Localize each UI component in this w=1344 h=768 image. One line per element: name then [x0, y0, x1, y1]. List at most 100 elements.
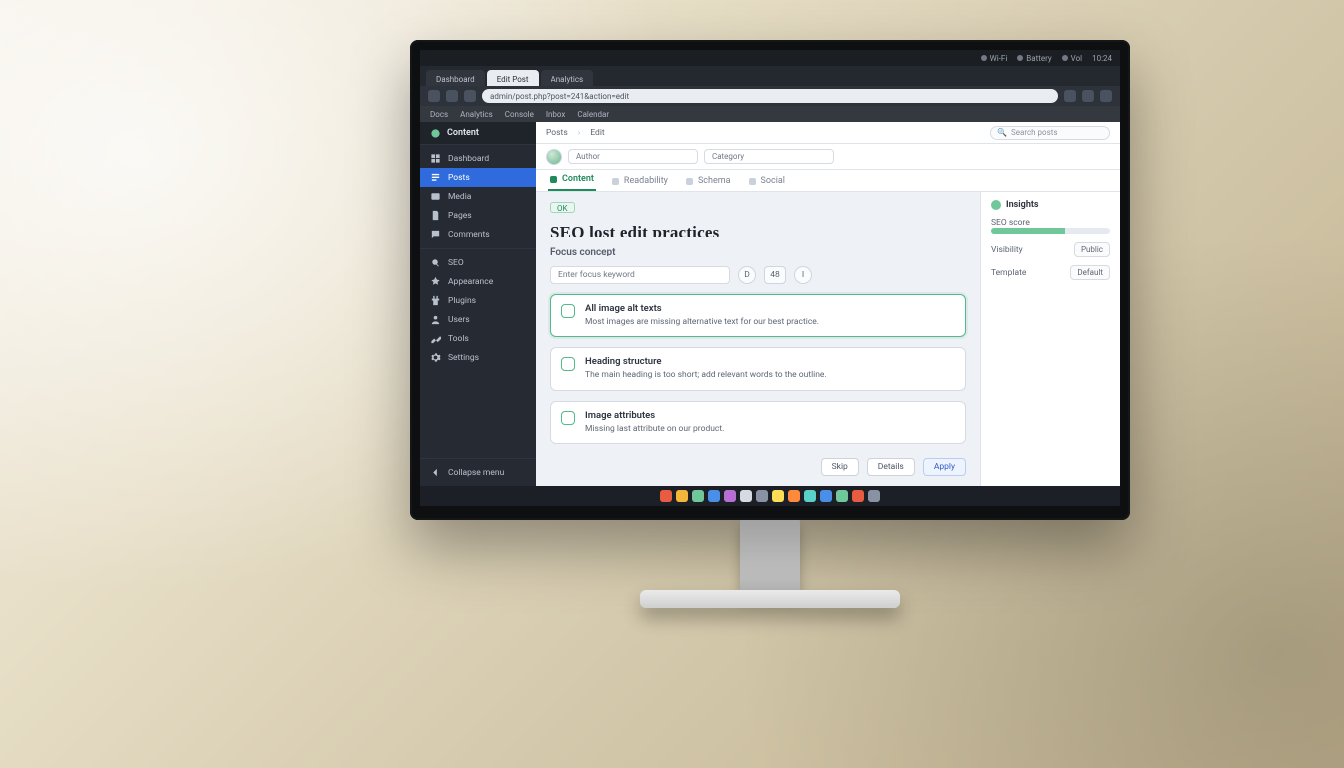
bookmark-link[interactable]: Console: [505, 110, 534, 119]
taskbar-app-icon[interactable]: [788, 490, 800, 502]
sidebar-item-media[interactable]: Media: [420, 187, 536, 206]
sidebar-item-appearance[interactable]: Appearance: [420, 272, 536, 291]
taskbar-app-icon[interactable]: [836, 490, 848, 502]
breadcrumb[interactable]: Posts: [546, 128, 568, 138]
template-label: Template: [991, 268, 1026, 278]
taskbar-app-icon[interactable]: [852, 490, 864, 502]
monitor-stand: [740, 518, 800, 594]
suggestion-title: All image alt texts: [585, 303, 819, 314]
taskbar-app-icon[interactable]: [740, 490, 752, 502]
taskbar-app-icon[interactable]: [804, 490, 816, 502]
dot-icon: [612, 178, 619, 185]
details-button[interactable]: Details: [867, 458, 915, 476]
taskbar-app-icon[interactable]: [692, 490, 704, 502]
keyword-volume-badge[interactable]: 48: [764, 266, 786, 284]
taskbar-app-icon[interactable]: [708, 490, 720, 502]
page-title[interactable]: SEO lost edit practices: [550, 223, 966, 238]
app-root: Content Dashboard Posts Media: [420, 122, 1120, 486]
sidebar-brand[interactable]: Content: [420, 122, 536, 144]
taskbar-app-icon[interactable]: [820, 490, 832, 502]
taskbar-app-icon[interactable]: [868, 490, 880, 502]
keyword-difficulty-badge[interactable]: D: [738, 266, 756, 284]
wifi-indicator: Wi-Fi: [981, 54, 1008, 63]
sidebar-item-pages[interactable]: Pages: [420, 206, 536, 225]
search-icon: 🔍: [997, 128, 1007, 137]
sidebar-item-label: Media: [448, 192, 471, 202]
bookmarks-bar: Docs Analytics Console Inbox Calendar: [420, 106, 1120, 122]
profile-icon[interactable]: [1082, 90, 1094, 102]
taskbar-app-icon[interactable]: [756, 490, 768, 502]
seo-suggestion-card[interactable]: Image attributes Missing last attribute …: [550, 401, 966, 444]
browser-tabstrip: Dashboard Edit Post Analytics: [420, 66, 1120, 86]
tab-social[interactable]: Social: [747, 172, 787, 191]
author-avatar[interactable]: [546, 149, 562, 165]
sidebar-item-plugins[interactable]: Plugins: [420, 291, 536, 310]
admin-sidebar: Content Dashboard Posts Media: [420, 122, 536, 486]
search-input[interactable]: 🔍 Search posts: [990, 126, 1110, 140]
breadcrumb: Edit: [590, 128, 604, 138]
checkbox-icon[interactable]: [561, 411, 575, 425]
taskbar-app-icon[interactable]: [772, 490, 784, 502]
taskbar-app-icon[interactable]: [660, 490, 672, 502]
browser-tab[interactable]: Dashboard: [426, 70, 485, 86]
meta-toolbar: Author Category: [536, 144, 1120, 170]
browser-tab[interactable]: Analytics: [541, 70, 594, 86]
volume-indicator: Vol: [1062, 54, 1082, 63]
keyword-intent-badge[interactable]: I: [794, 266, 812, 284]
users-icon: [430, 314, 441, 325]
apply-button[interactable]: Apply: [923, 458, 966, 476]
bookmark-link[interactable]: Inbox: [546, 110, 566, 119]
visibility-value[interactable]: Public: [1074, 242, 1110, 257]
tab-readability[interactable]: Readability: [610, 172, 670, 191]
sidebar-item-label: Settings: [448, 353, 479, 363]
bookmark-link[interactable]: Analytics: [460, 110, 493, 119]
sidebar-item-label: Appearance: [448, 277, 493, 287]
browser-tab[interactable]: Edit Post: [487, 70, 539, 86]
checkbox-icon[interactable]: [561, 304, 575, 318]
chevron-left-icon: [430, 467, 441, 478]
sidebar-item-comments[interactable]: Comments: [420, 225, 536, 244]
bookmark-link[interactable]: Docs: [430, 110, 448, 119]
tab-content[interactable]: Content: [548, 170, 596, 191]
seo-icon: [430, 257, 441, 268]
forward-icon[interactable]: [446, 90, 458, 102]
sidebar-item-settings[interactable]: Settings: [420, 348, 536, 367]
sidebar-item-seo[interactable]: SEO: [420, 253, 536, 272]
tab-schema[interactable]: Schema: [684, 172, 733, 191]
template-value[interactable]: Default: [1070, 265, 1110, 280]
sidebar-item-posts[interactable]: Posts: [420, 168, 536, 187]
suggestion-desc: The main heading is too short; add relev…: [585, 370, 827, 381]
extensions-icon[interactable]: [1064, 90, 1076, 102]
suggestion-desc: Most images are missing alternative text…: [585, 317, 819, 328]
taskbar-app-icon[interactable]: [676, 490, 688, 502]
bookmark-link[interactable]: Calendar: [577, 110, 609, 119]
checkbox-icon[interactable]: [561, 357, 575, 371]
tools-icon: [430, 333, 441, 344]
taskbar-app-icon[interactable]: [724, 490, 736, 502]
focus-keyword-row: Enter focus keyword D 48 I: [550, 266, 966, 284]
gear-icon: [430, 352, 441, 363]
category-field[interactable]: Category: [704, 149, 834, 164]
appearance-icon: [430, 276, 441, 287]
back-icon[interactable]: [428, 90, 440, 102]
sidebar-collapse[interactable]: Collapse menu: [420, 463, 536, 482]
sidebar-item-dashboard[interactable]: Dashboard: [420, 149, 536, 168]
skip-button[interactable]: Skip: [821, 458, 859, 476]
url-field[interactable]: admin/post.php?post=241&action=edit: [482, 89, 1058, 103]
os-clock: 10:24: [1092, 54, 1112, 63]
score-bar: [991, 228, 1110, 234]
seo-suggestion-card[interactable]: Heading structure The main heading is to…: [550, 347, 966, 390]
battery-indicator: Battery: [1017, 54, 1051, 63]
seo-suggestion-card[interactable]: All image alt texts Most images are miss…: [550, 294, 966, 337]
sidebar-item-tools[interactable]: Tools: [420, 329, 536, 348]
sidebar-item-label: Comments: [448, 230, 490, 240]
suggestion-actions: Skip Details Apply: [550, 454, 966, 476]
sidebar-item-users[interactable]: Users: [420, 310, 536, 329]
reload-icon[interactable]: [464, 90, 476, 102]
menu-icon[interactable]: [1100, 90, 1112, 102]
focus-keyword-input[interactable]: Enter focus keyword: [550, 266, 730, 284]
monitor-bezel: Wi-Fi Battery Vol 10:24 Dashboard Edit P…: [410, 40, 1130, 520]
sidebar-item-label: Plugins: [448, 296, 476, 306]
editor-column: OK SEO lost edit practices Focus concept…: [536, 192, 980, 486]
author-field[interactable]: Author: [568, 149, 698, 164]
